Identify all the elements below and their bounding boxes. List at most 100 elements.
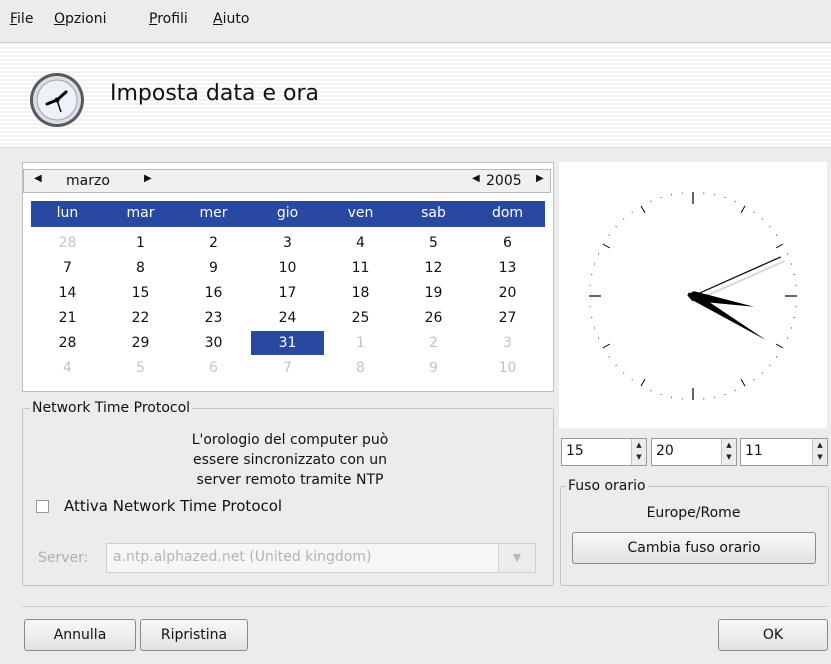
clock-tick bbox=[623, 372, 625, 374]
hours-spinbox[interactable]: 15 ▲ ▼ bbox=[561, 438, 647, 466]
calendar: ◀ marzo ▶ ◀ 2005 ▶ lun mar mer gio ven s… bbox=[22, 162, 554, 392]
dropdown-arrow-icon[interactable]: ▼ bbox=[498, 544, 535, 572]
calendar-day[interactable]: 4 bbox=[31, 356, 104, 380]
calendar-day[interactable]: 17 bbox=[251, 281, 324, 305]
calendar-day[interactable]: 5 bbox=[104, 356, 177, 380]
calendar-day[interactable]: 19 bbox=[397, 281, 470, 305]
spin-arrows-icon[interactable]: ▲ ▼ bbox=[812, 439, 827, 465]
clock-tick bbox=[775, 243, 784, 249]
clock-tick bbox=[631, 379, 633, 381]
calendar-day[interactable]: 25 bbox=[324, 306, 397, 330]
weekday-label: lun bbox=[56, 205, 79, 221]
day-grid: 28 1 2 3 4 5 6 7 8 9 10 11 12 13 14 15 16 17 18 19 20 21 22 23 2… bbox=[31, 231, 545, 381]
next-year-button[interactable]: ▶ bbox=[536, 173, 544, 184]
ntp-description-line: essere sincronizzato con un bbox=[193, 452, 387, 468]
calendar-day[interactable]: 2 bbox=[177, 231, 250, 255]
clock-tick bbox=[602, 243, 611, 249]
seconds-spinbox[interactable]: 11 ▲ ▼ bbox=[740, 438, 828, 466]
calendar-day[interactable]: 7 bbox=[251, 356, 324, 380]
calendar-day[interactable]: 14 bbox=[31, 281, 104, 305]
server-combobox[interactable]: a.ntp.alphazed.net (United kingdom) ▼ bbox=[106, 543, 536, 573]
minutes-value: 20 bbox=[656, 443, 674, 459]
calendar-day[interactable]: 8 bbox=[104, 256, 177, 280]
calendar-day[interactable]: 29 bbox=[104, 331, 177, 355]
calendar-day[interactable]: 3 bbox=[251, 231, 324, 255]
calendar-day[interactable]: 12 bbox=[397, 256, 470, 280]
clock-tick bbox=[753, 211, 755, 213]
calendar-day[interactable]: 28 bbox=[31, 231, 104, 255]
calendar-day[interactable]: 24 bbox=[251, 306, 324, 330]
menu-profili[interactable]: Profili bbox=[149, 11, 188, 27]
calendar-day[interactable]: 30 bbox=[177, 331, 250, 355]
weekday-label: dom bbox=[491, 205, 524, 221]
calendar-day[interactable]: 22 bbox=[104, 306, 177, 330]
calendar-day[interactable]: 11 bbox=[324, 256, 397, 280]
year-label[interactable]: 2005 bbox=[486, 173, 522, 189]
calendar-day[interactable]: 27 bbox=[471, 306, 544, 330]
calendar-day[interactable]: 1 bbox=[324, 331, 397, 355]
clock-tick bbox=[776, 356, 778, 358]
spin-arrows-icon[interactable]: ▲ ▼ bbox=[721, 439, 736, 465]
prev-year-button[interactable]: ◀ bbox=[472, 173, 480, 184]
calendar-day[interactable]: 10 bbox=[471, 356, 544, 380]
calendar-day[interactable]: 6 bbox=[471, 231, 544, 255]
calendar-day[interactable]: 13 bbox=[471, 256, 544, 280]
clock-tick bbox=[776, 234, 778, 236]
clock-tick bbox=[631, 211, 633, 213]
reset-button[interactable]: Ripristina bbox=[140, 619, 248, 651]
ntp-group-title: Network Time Protocol bbox=[30, 400, 193, 416]
second-hand bbox=[692, 256, 781, 297]
minutes-spinbox[interactable]: 20 ▲ ▼ bbox=[651, 438, 737, 466]
calendar-nav: ◀ marzo ▶ ◀ 2005 ▶ bbox=[23, 169, 551, 193]
calendar-day[interactable]: 20 bbox=[471, 281, 544, 305]
calendar-day[interactable]: 10 bbox=[251, 256, 324, 280]
clock-tick bbox=[769, 226, 771, 228]
spin-arrows-icon[interactable]: ▲ ▼ bbox=[631, 439, 646, 465]
ok-button[interactable]: OK bbox=[718, 619, 828, 651]
calendar-day[interactable]: 9 bbox=[177, 256, 250, 280]
clock-tick bbox=[623, 218, 625, 220]
calendar-day[interactable]: 26 bbox=[397, 306, 470, 330]
menu-opzioni[interactable]: Opzioni bbox=[54, 11, 106, 27]
calendar-day[interactable]: 28 bbox=[31, 331, 104, 355]
weekday-label: ven bbox=[347, 205, 374, 221]
server-label: Server: bbox=[38, 550, 89, 566]
analog-clock bbox=[559, 162, 827, 428]
calendar-day[interactable]: 16 bbox=[177, 281, 250, 305]
calendar-day[interactable]: 31 bbox=[251, 331, 324, 355]
clock-tick bbox=[602, 343, 611, 349]
weekday-header: lun mar mer gio ven sab dom bbox=[31, 201, 545, 227]
clock-tick bbox=[608, 356, 610, 358]
calendar-day[interactable]: 2 bbox=[397, 331, 470, 355]
menu-file[interactable]: File bbox=[10, 11, 33, 27]
page-title: Imposta data e ora bbox=[110, 81, 319, 106]
calendar-day[interactable]: 1 bbox=[104, 231, 177, 255]
calendar-day[interactable]: 15 bbox=[104, 281, 177, 305]
month-label[interactable]: marzo bbox=[66, 173, 110, 189]
calendar-day[interactable]: 8 bbox=[324, 356, 397, 380]
analog-clock-face bbox=[589, 192, 797, 400]
calendar-day[interactable]: 4 bbox=[324, 231, 397, 255]
clock-tick bbox=[775, 343, 784, 349]
clock-tick bbox=[740, 378, 746, 387]
hour-hand bbox=[687, 291, 755, 307]
ntp-description: L'orologio del computer può essere sincr… bbox=[160, 430, 420, 490]
ntp-enable-label[interactable]: Attiva Network Time Protocol bbox=[64, 497, 282, 515]
calendar-day[interactable]: 6 bbox=[177, 356, 250, 380]
calendar-day[interactable]: 7 bbox=[31, 256, 104, 280]
ntp-enable-checkbox[interactable] bbox=[36, 500, 49, 513]
calendar-day[interactable]: 23 bbox=[177, 306, 250, 330]
clock-tick bbox=[608, 234, 610, 236]
calendar-day[interactable]: 3 bbox=[471, 331, 544, 355]
cancel-button[interactable]: Annulla bbox=[24, 619, 136, 651]
prev-month-button[interactable]: ◀ bbox=[34, 173, 42, 184]
calendar-day[interactable]: 18 bbox=[324, 281, 397, 305]
calendar-day[interactable]: 9 bbox=[397, 356, 470, 380]
clock-tick bbox=[615, 364, 617, 366]
menu-aiuto[interactable]: Aiuto bbox=[213, 11, 249, 27]
change-timezone-button[interactable]: Cambia fuso orario bbox=[572, 532, 816, 564]
calendar-day[interactable]: 5 bbox=[397, 231, 470, 255]
calendar-day[interactable]: 21 bbox=[31, 306, 104, 330]
hours-value: 15 bbox=[566, 443, 584, 459]
next-month-button[interactable]: ▶ bbox=[144, 173, 152, 184]
